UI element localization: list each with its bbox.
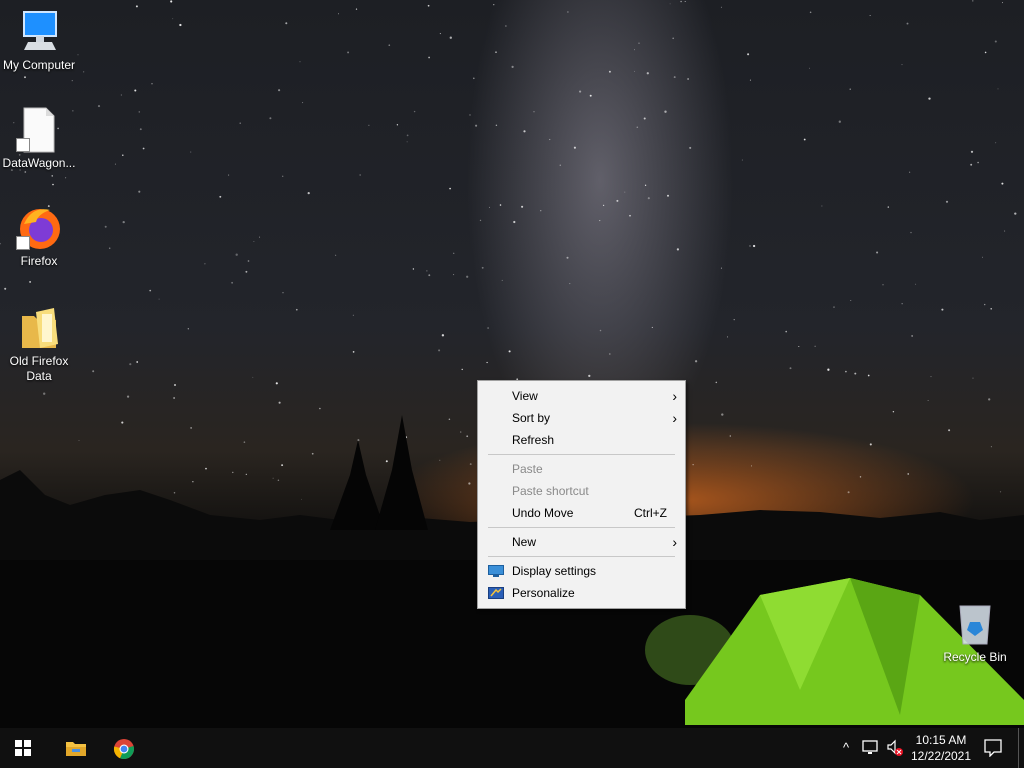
chevron-up-icon: ^	[842, 740, 850, 755]
menu-item-label: New	[512, 535, 537, 549]
menu-item-new[interactable]: New ›	[478, 531, 685, 553]
chevron-right-icon: ›	[672, 388, 677, 404]
desktop-icon-my-computer[interactable]: My Computer	[0, 8, 78, 73]
menu-separator	[488, 454, 675, 455]
show-desktop-button[interactable]	[1018, 728, 1024, 768]
taskbar-file-explorer-button[interactable]	[52, 728, 98, 768]
network-icon	[862, 740, 878, 754]
menu-item-label: Paste shortcut	[512, 484, 589, 498]
menu-item-label: Display settings	[512, 564, 597, 578]
volume-muted-icon	[887, 739, 903, 756]
computer-icon	[23, 11, 57, 50]
desktop[interactable]: My Computer DataWagon... Firefox Old Fir…	[0, 0, 1024, 728]
menu-item-label: View	[512, 389, 538, 403]
recycle-bin-icon	[959, 605, 991, 645]
menu-item-label: Sort by	[512, 411, 551, 425]
clock-time: 10:15 AM	[915, 733, 967, 747]
menu-item-sort-by[interactable]: Sort by ›	[478, 407, 685, 429]
personalize-icon	[488, 587, 504, 599]
menu-item-display-settings[interactable]: Display settings	[478, 560, 685, 582]
action-center-button[interactable]	[978, 728, 1008, 768]
menu-item-shortcut: Ctrl+Z	[634, 506, 667, 520]
desktop-context-menu: View › Sort by › Refresh Paste Paste sho…	[477, 380, 686, 609]
action-center-icon	[984, 739, 1002, 757]
chrome-icon	[113, 739, 134, 760]
file-explorer-icon	[66, 742, 86, 756]
desktop-icon-label: Recycle Bin	[943, 650, 1007, 664]
folder-icon	[22, 308, 58, 348]
taskbar: ^ 10:15 AM 12/22/2021	[0, 728, 1024, 768]
desktop-icon-recycle-bin[interactable]: Recycle Bin	[936, 600, 1014, 665]
tray-volume[interactable]	[884, 728, 906, 768]
menu-item-personalize[interactable]: Personalize	[478, 582, 685, 604]
chevron-right-icon: ›	[672, 534, 677, 550]
menu-item-view[interactable]: View ›	[478, 385, 685, 407]
windows-start-icon	[15, 740, 31, 756]
menu-item-label: Refresh	[512, 433, 555, 447]
desktop-icon-label: My Computer	[2, 58, 76, 72]
menu-separator	[488, 556, 675, 557]
menu-item-undo-move[interactable]: Undo Move Ctrl+Z	[478, 502, 685, 524]
desktop-icon-firefox[interactable]: Firefox	[0, 204, 78, 269]
tray-chevron[interactable]: ^	[838, 728, 854, 768]
menu-separator	[488, 527, 675, 528]
wallpaper-landscape	[0, 415, 1024, 728]
desktop-icon-label: Firefox	[20, 254, 58, 268]
desktop-icon-label: DataWagon...	[2, 156, 76, 170]
desktop-icon-label: Old Firefox Data	[9, 354, 69, 383]
chevron-right-icon: ›	[672, 410, 677, 426]
start-button[interactable]	[0, 728, 46, 768]
tray-network[interactable]	[860, 728, 882, 768]
display-icon	[488, 565, 504, 577]
menu-item-label: Paste	[512, 462, 543, 476]
menu-item-refresh[interactable]: Refresh	[478, 429, 685, 451]
menu-item-paste[interactable]: Paste	[478, 458, 685, 480]
clock-date: 12/22/2021	[910, 749, 972, 763]
menu-item-label: Personalize	[512, 586, 575, 600]
taskbar-chrome-button[interactable]	[100, 728, 146, 768]
clock[interactable]: 10:15 AM 12/22/2021	[910, 732, 972, 764]
desktop-icon-datawagon[interactable]: DataWagon...	[0, 106, 78, 171]
menu-item-label: Undo Move	[512, 506, 574, 520]
desktop-icon-old-firefox-data[interactable]: Old Firefox Data	[0, 304, 78, 384]
menu-item-paste-shortcut[interactable]: Paste shortcut	[478, 480, 685, 502]
